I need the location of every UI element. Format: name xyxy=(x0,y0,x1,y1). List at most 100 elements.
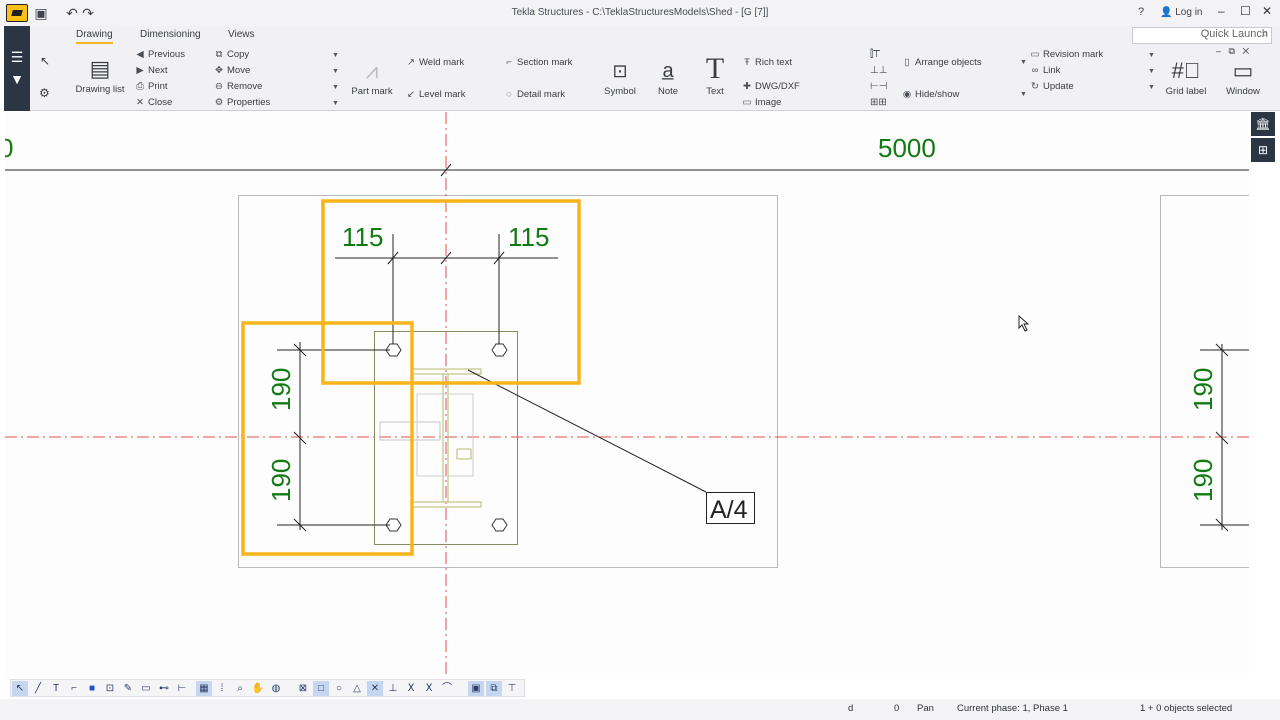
snap-override-icon[interactable]: ▣ xyxy=(468,681,484,696)
update-button[interactable]: ↻ Update xyxy=(1030,81,1074,92)
chevron-down-icon[interactable]: ▼ xyxy=(332,68,339,75)
bolt-hole xyxy=(491,518,508,532)
chevron-down-icon[interactable]: ▼ xyxy=(1148,84,1155,91)
dim-190-right-top: 190 xyxy=(1188,368,1218,411)
copy-button[interactable]: ⧉ Copy xyxy=(214,49,250,60)
properties-button[interactable]: ⚙ Properties xyxy=(214,97,271,108)
tab-dimensioning[interactable]: Dimensioning xyxy=(140,29,201,40)
pan-icon[interactable]: ✋ xyxy=(250,681,266,696)
snap-circle-icon[interactable]: ○ xyxy=(331,681,347,696)
arrange-objects-icon: ▯ xyxy=(904,57,910,68)
detail-mark-button[interactable]: ◌ Detail mark xyxy=(504,89,565,100)
login-button[interactable]: 👤 Log in xyxy=(1160,7,1202,18)
weld-mark-button[interactable]: ↗ Weld mark xyxy=(406,57,464,68)
snap-perpendicular-icon[interactable]: ⊥ xyxy=(385,681,401,696)
note-icon: a̲ xyxy=(662,60,674,82)
hamburger-menu-icon[interactable]: ☰ xyxy=(4,46,30,68)
quick-launch-input[interactable]: Quick Launch ⌕ xyxy=(1132,27,1272,44)
catalog-icon[interactable]: 🏛 xyxy=(1251,112,1275,136)
next-button[interactable]: ▶ Next xyxy=(135,65,167,76)
remove-icon: ⊖ xyxy=(215,81,223,92)
text-label: Text xyxy=(706,86,724,97)
close-button[interactable]: ✕ xyxy=(1262,4,1272,18)
line-icon[interactable]: ╱ xyxy=(30,681,46,696)
snap-plane-icon[interactable]: ⧉ xyxy=(486,681,502,696)
chevron-down-icon[interactable]: ▼ xyxy=(4,68,30,90)
chevron-down-icon[interactable]: ▼ xyxy=(1020,59,1027,66)
rich-text-button[interactable]: Ŧ Rich text xyxy=(742,57,792,68)
text-button[interactable]: T Text xyxy=(700,52,730,97)
chevron-down-icon[interactable]: ▼ xyxy=(332,100,339,107)
leader-icon[interactable]: ⌐ xyxy=(66,681,82,696)
level-mark-icon: ↙ xyxy=(407,89,415,100)
properties-panel-icon[interactable]: ⊞ xyxy=(1251,138,1275,162)
hide-show-button[interactable]: ◉ Hide/show xyxy=(902,89,960,100)
status-d-label: d xyxy=(848,703,854,714)
dim-190-top: 190 xyxy=(266,368,296,411)
chevron-down-icon[interactable]: ▼ xyxy=(1148,52,1155,59)
window-icon: ▭ xyxy=(1232,58,1254,83)
move-button[interactable]: ✥ Move xyxy=(214,65,250,76)
symbol-button[interactable]: ⊡ Symbol xyxy=(602,56,638,97)
status-selection: 1 + 0 objects selected xyxy=(1140,703,1233,714)
part-mark-button[interactable]: ⩘ Part mark xyxy=(348,56,396,97)
snap-intersection-icon[interactable]: ✕ xyxy=(367,681,383,696)
previous-button[interactable]: ◀ Previous xyxy=(135,49,185,60)
align-tools-icon[interactable]: ⫿⊤ ⊥⊥ ⊢⊣ ⊞⊞ xyxy=(870,47,887,111)
chevron-down-icon[interactable]: ▼ xyxy=(1148,68,1155,75)
ribbon: Drawing Dimensioning Views Quick Launch ⌕… xyxy=(30,26,1280,111)
snap-point-icon[interactable]: ⊠ xyxy=(295,681,311,696)
chevron-down-icon[interactable]: ▼ xyxy=(332,84,339,91)
status-d-value: 0 xyxy=(894,703,900,714)
minimize-button[interactable]: – xyxy=(1218,4,1225,18)
snap-settings-icon[interactable]: ⚙ xyxy=(39,86,50,100)
maximize-button[interactable]: ☐ xyxy=(1240,4,1251,18)
snap-nearest-icon[interactable]: Ⅹ xyxy=(421,681,437,696)
snap-square-icon[interactable]: □ xyxy=(313,681,329,696)
tab-views[interactable]: Views xyxy=(228,29,255,40)
fill-icon[interactable]: ■ xyxy=(84,681,100,696)
note-button[interactable]: a̲ Note xyxy=(652,56,684,97)
snap-triangle-icon[interactable]: △ xyxy=(349,681,365,696)
chevron-down-icon[interactable]: ▼ xyxy=(332,52,339,59)
pick-icon[interactable]: ✎ xyxy=(120,681,136,696)
gear-icon: ⚙ xyxy=(214,97,224,108)
print-button[interactable]: ⎙ Print xyxy=(135,81,167,92)
remove-button[interactable]: ⊖ Remove xyxy=(214,81,262,92)
tab-drawing[interactable]: Drawing xyxy=(76,29,113,44)
snap-depth-icon[interactable]: ⊤ xyxy=(504,681,520,696)
drawing-canvas[interactable]: 0 5000 115 115 190 190 190 190 A/4 xyxy=(5,112,1249,678)
arrange-objects-button[interactable]: ▯ Arrange objects xyxy=(902,57,981,68)
snap-arc-icon[interactable]: ⌒ xyxy=(439,681,455,696)
text-tool-icon[interactable]: T xyxy=(48,681,64,696)
image-button[interactable]: ▭ Image xyxy=(742,97,782,108)
chevron-down-icon[interactable]: ▼ xyxy=(1020,91,1027,98)
revision-mark-button[interactable]: ▭ Revision mark xyxy=(1030,49,1104,60)
help-button[interactable]: ? xyxy=(1138,6,1144,18)
mouse-cursor-icon xyxy=(1018,314,1030,332)
snap-x-icon[interactable]: Ⅹ xyxy=(403,681,419,696)
dim-115-right: 115 xyxy=(508,222,549,252)
zoom-icon[interactable]: ⌕ xyxy=(232,681,248,696)
level-mark-button[interactable]: ↙ Level mark xyxy=(406,89,465,100)
drawing-list-button[interactable]: ▤ Drawing list xyxy=(74,54,126,95)
select-pointer-icon[interactable]: ↖ xyxy=(40,54,50,68)
grid-label-button[interactable]: #⃝ Grid label xyxy=(1164,56,1208,97)
pattern-icon[interactable]: ◍ xyxy=(268,681,284,696)
select-icon[interactable]: ↖ xyxy=(12,681,28,696)
dots-icon[interactable]: ⁞ xyxy=(214,681,230,696)
window-button[interactable]: ▭ Window xyxy=(1218,56,1268,97)
link-button[interactable]: ∞ Link xyxy=(1030,65,1061,76)
dim-icon[interactable]: ⊷ xyxy=(156,681,172,696)
section-mark-button[interactable]: ⌐ Section mark xyxy=(504,57,572,68)
window-label: Window xyxy=(1226,86,1260,97)
leader-line xyxy=(467,369,707,493)
dwg-dxf-button[interactable]: ✚ DWG/DXF xyxy=(742,81,800,92)
grid-snap-icon[interactable]: ▦ xyxy=(196,681,212,696)
status-phase[interactable]: Current phase: 1, Phase 1 xyxy=(957,703,1068,714)
dim-h-icon[interactable]: ⊢ xyxy=(174,681,190,696)
frame-icon[interactable]: ▭ xyxy=(138,681,154,696)
window-title: Tekla Structures - C:\TeklaStructuresMod… xyxy=(511,7,769,18)
close-drawing-button[interactable]: ✕ Close xyxy=(135,97,172,108)
center-icon[interactable]: ⊡ xyxy=(102,681,118,696)
